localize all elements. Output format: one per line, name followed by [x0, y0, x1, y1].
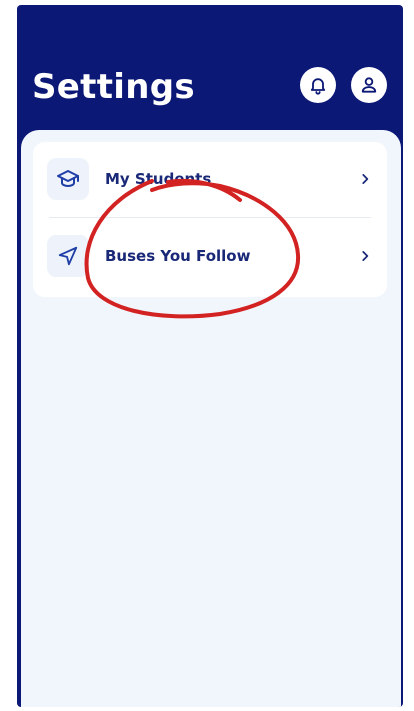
divider — [49, 217, 371, 218]
chevron-right-icon — [357, 171, 373, 187]
profile-button[interactable] — [351, 67, 387, 103]
bell-icon — [310, 78, 326, 95]
graduation-cap-icon — [57, 170, 79, 187]
chevron-right-icon — [357, 248, 373, 264]
page-title: Settings — [32, 67, 195, 107]
settings-item-label: My Students — [105, 170, 212, 188]
settings-item-my-students[interactable]: My Students — [33, 144, 387, 214]
icon-tile — [47, 158, 89, 200]
navigation-arrow-icon — [58, 246, 78, 266]
notifications-button[interactable] — [300, 67, 336, 103]
settings-card: My Students Buses You Follow — [33, 142, 387, 297]
user-icon — [361, 77, 377, 93]
content-area: My Students Buses You Follow — [21, 130, 401, 707]
icon-tile — [47, 235, 89, 277]
header: Settings — [17, 5, 403, 133]
settings-item-label: Buses You Follow — [105, 247, 251, 265]
app-screen: Settings My Students Buses You Follow — [17, 5, 403, 707]
settings-item-buses-you-follow[interactable]: Buses You Follow — [33, 221, 387, 291]
